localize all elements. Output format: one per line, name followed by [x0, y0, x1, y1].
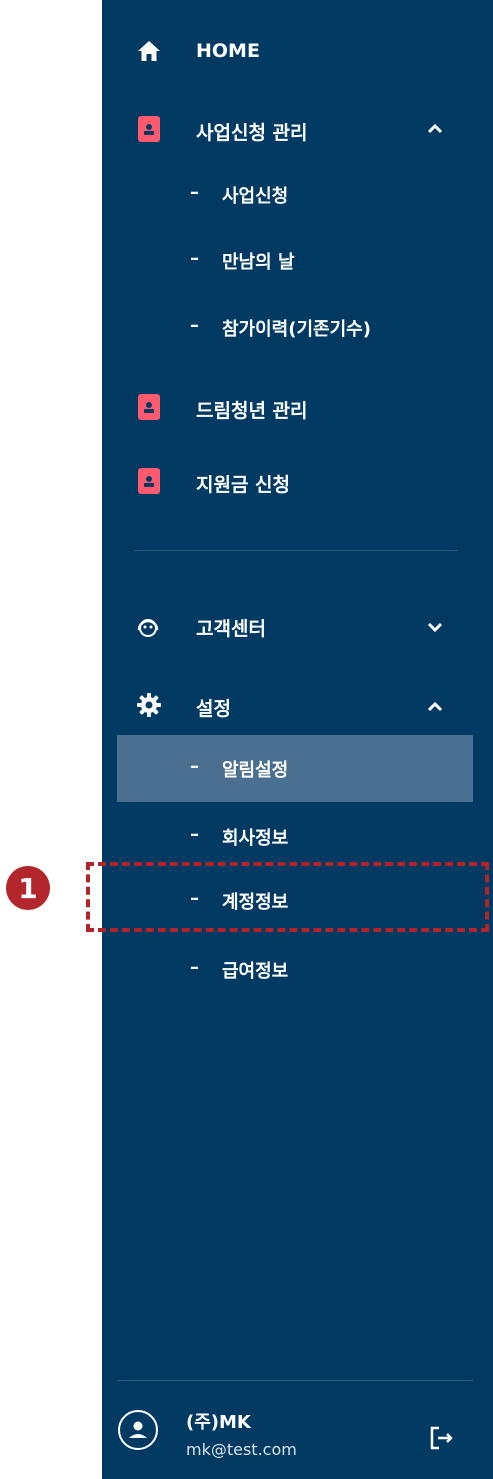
submenu-business-apply[interactable]: 사업신청	[222, 182, 288, 208]
chevron-down-icon[interactable]	[424, 616, 446, 638]
dash-marker: –	[190, 248, 199, 269]
menu-settings[interactable]: 설정	[196, 694, 231, 721]
menu-customer-center[interactable]: 고객센터	[196, 614, 266, 641]
active-menu-highlight	[117, 735, 473, 802]
dash-marker: –	[190, 824, 199, 845]
submenu-participation-history[interactable]: 참가이력(기존기수)	[222, 315, 371, 341]
document-icon	[138, 394, 160, 420]
user-icon	[129, 1421, 147, 1438]
menu-home[interactable]: HOME	[196, 40, 260, 62]
chevron-up-icon[interactable]	[424, 696, 446, 718]
submenu-salary-info[interactable]: 급여정보	[222, 957, 288, 983]
callout-number-badge: 1	[6, 866, 50, 910]
home-icon	[136, 38, 162, 64]
submenu-notification-settings[interactable]: 알림설정	[222, 756, 288, 782]
submenu-company-info[interactable]: 회사정보	[222, 824, 288, 850]
dash-marker: –	[190, 315, 199, 336]
chevron-up-icon[interactable]	[424, 118, 446, 140]
divider	[134, 550, 458, 551]
avatar[interactable]	[118, 1410, 158, 1450]
user-email: mk@test.com	[186, 1440, 297, 1459]
account-info-highlight-box	[86, 862, 489, 932]
user-name: (주)MK	[186, 1412, 251, 1433]
sidebar: HOME 사업신청 관리 – 사업신청 – 만남의 날 – 참가이력(기존기수)…	[102, 0, 493, 1479]
submenu-meeting-day[interactable]: 만남의 날	[222, 248, 295, 274]
menu-subsidy-apply[interactable]: 지원금 신청	[196, 470, 290, 497]
dash-marker: –	[190, 957, 199, 978]
menu-dream-youth[interactable]: 드림청년 관리	[196, 396, 308, 423]
document-icon	[138, 468, 160, 494]
logout-icon[interactable]	[428, 1424, 456, 1452]
divider	[117, 1380, 473, 1381]
dash-marker: –	[190, 182, 199, 203]
dash-marker: –	[190, 756, 199, 777]
menu-business-management[interactable]: 사업신청 관리	[196, 118, 308, 145]
gear-icon	[136, 692, 162, 718]
document-icon	[138, 116, 160, 142]
headset-icon	[134, 612, 162, 640]
